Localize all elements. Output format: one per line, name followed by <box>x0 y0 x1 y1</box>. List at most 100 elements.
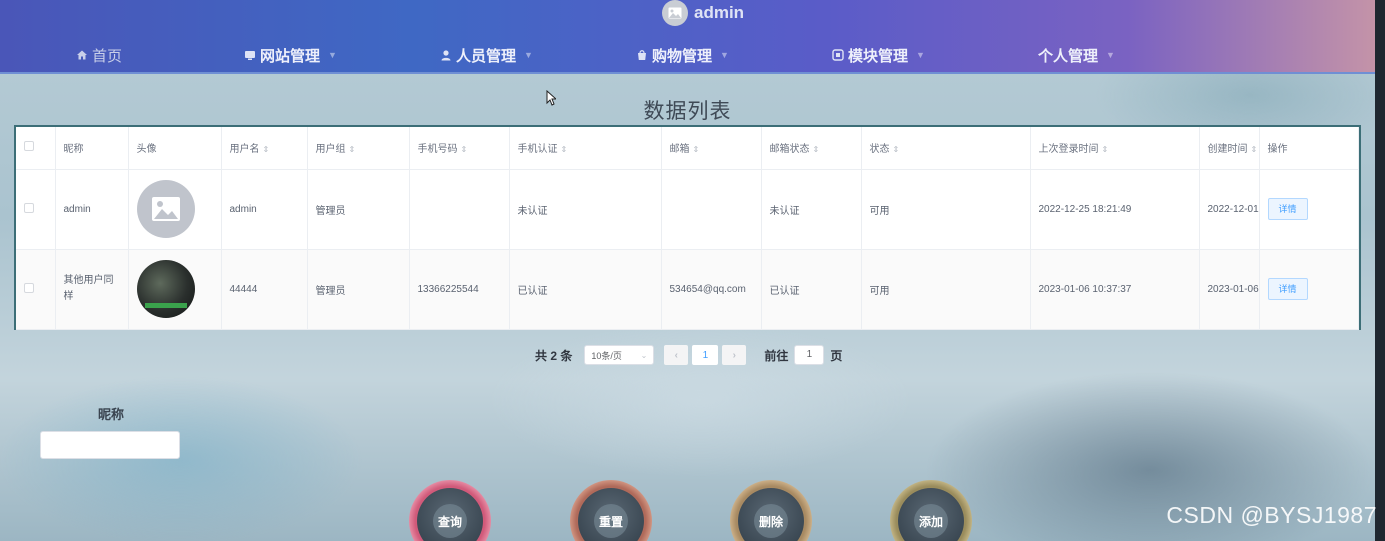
last-login-cell: 2023-01-06 10:37:37 <box>1030 249 1200 330</box>
nav-item-shopping[interactable]: 购物管理 ▼ <box>636 40 729 70</box>
select-all-cell[interactable] <box>16 127 56 170</box>
column-header: 操作 <box>1259 127 1359 170</box>
page-size-select[interactable]: 10条/页 ⌄ <box>584 345 655 365</box>
page-title: 数据列表 <box>643 100 732 123</box>
nickname-search-input[interactable] <box>40 431 180 459</box>
chevron-down-icon: ▼ <box>916 50 925 60</box>
sort-icon[interactable]: ⇕ <box>693 145 700 154</box>
phone-verified-cell: 已认证 <box>509 249 662 330</box>
nickname-cell: 其他用户同样 <box>55 249 129 330</box>
main-nav: 首页 网站管理 ▼ 人员管理 ▼ 购物管理 ▼ 模块管理 ▼ 个人管理 ▼ <box>0 40 1375 70</box>
nav-label: 人员管理 <box>456 47 517 65</box>
row-select-cell[interactable] <box>16 249 56 330</box>
last-login-cell: 2022-12-25 18:21:49 <box>1030 169 1200 250</box>
prev-page-button[interactable]: ‹ <box>664 345 689 365</box>
table-row: admin admin 管理员 未认证 未认证 可用 2022-12-25 18… <box>16 169 1359 250</box>
sort-icon[interactable]: ⇕ <box>349 145 356 154</box>
select-all-checkbox[interactable] <box>24 141 34 152</box>
total-count: 共 2 条 <box>535 348 573 363</box>
detail-button[interactable]: 详情 <box>1267 198 1308 220</box>
nav-label: 购物管理 <box>652 47 713 65</box>
user-photo <box>136 260 195 318</box>
add-button[interactable]: 添加 <box>890 480 972 541</box>
username-cell: 44444 <box>221 249 308 330</box>
row-checkbox[interactable] <box>24 202 34 213</box>
column-header-sortable[interactable]: 手机认证 ⇕ <box>509 127 662 170</box>
nav-item-home[interactable]: 首页 <box>76 40 122 70</box>
sort-icon[interactable]: ⇕ <box>1102 145 1109 154</box>
top-header: admin 首页 网站管理 ▼ 人员管理 ▼ 购物管理 ▼ 模块管理 ▼ 个人管… <box>0 0 1375 74</box>
chevron-down-icon: ▼ <box>524 50 533 60</box>
chevron-down-icon: ⌄ <box>640 350 648 360</box>
sort-icon[interactable]: ⇕ <box>1251 145 1258 154</box>
created-cell: 2023-01-06 10:37:31 <box>1199 249 1260 330</box>
group-cell: 管理员 <box>307 249 410 330</box>
email-cell: 534654@qq.com <box>661 249 762 330</box>
chevron-left-icon: ‹ <box>674 349 679 361</box>
detail-button[interactable]: 详情 <box>1267 278 1308 300</box>
avatar <box>662 0 688 26</box>
avatar-cell <box>128 169 222 250</box>
chevron-down-icon: ▼ <box>1106 50 1115 60</box>
nav-item-website[interactable]: 网站管理 ▼ <box>244 40 337 70</box>
nav-item-personnel[interactable]: 人员管理 ▼ <box>440 40 533 70</box>
status-cell: 可用 <box>861 249 1031 330</box>
placeholder-image-icon <box>151 197 180 221</box>
chevron-down-icon: ▼ <box>720 50 729 60</box>
goto-label: 前往 <box>764 348 789 363</box>
column-header-sortable[interactable]: 创建时间 ⇕ <box>1199 127 1260 170</box>
data-table: 昵称 头像 用户名 ⇕ 用户组 ⇕ 手机号码 ⇕ 手机认证 ⇕ 邮箱 ⇕ 邮箱状态 ⇕ 状态… <box>14 125 1361 330</box>
nav-label: 网站管理 <box>260 47 321 65</box>
table-header-row: 昵称 头像 用户名 ⇕ 用户组 ⇕ 手机号码 ⇕ 手机认证 ⇕ 邮箱 ⇕ 邮箱状态 ⇕ 状态… <box>16 127 1359 170</box>
nav-label: 首页 <box>92 47 123 65</box>
chevron-down-icon: ▼ <box>328 50 337 60</box>
column-header-sortable[interactable]: 用户组 ⇕ <box>307 127 410 170</box>
sort-icon[interactable]: ⇕ <box>461 145 468 154</box>
nav-item-personal[interactable]: 个人管理 ▼ <box>1038 40 1115 70</box>
action-cell: 详情 <box>1259 249 1359 330</box>
module-icon <box>832 49 844 61</box>
search-label: 昵称 <box>98 407 125 422</box>
nav-item-module[interactable]: 模块管理 ▼ <box>832 40 925 70</box>
column-header-sortable[interactable]: 用户名 ⇕ <box>221 127 308 170</box>
nav-label: 模块管理 <box>848 47 909 65</box>
window-edge <box>1375 0 1385 541</box>
watermark: CSDN @BYSJ1987 <box>1166 502 1377 528</box>
column-header: 头像 <box>128 127 222 170</box>
sort-icon[interactable]: ⇕ <box>561 145 568 154</box>
sort-icon[interactable]: ⇕ <box>893 145 900 154</box>
shopping-icon <box>638 50 646 60</box>
username-cell: admin <box>221 169 308 250</box>
monitor-icon <box>245 51 255 60</box>
query-button[interactable]: 查询 <box>409 480 491 541</box>
next-page-button[interactable]: › <box>722 345 747 365</box>
email-status-cell: 未认证 <box>761 169 862 250</box>
home-icon <box>77 50 87 60</box>
column-header-sortable[interactable]: 邮箱状态 ⇕ <box>761 127 862 170</box>
phone-cell <box>409 169 510 250</box>
user-icon <box>441 50 451 61</box>
column-header-sortable[interactable]: 上次登录时间 ⇕ <box>1030 127 1200 170</box>
column-header-sortable[interactable]: 邮箱 ⇕ <box>661 127 762 170</box>
avatar-cell <box>128 249 222 330</box>
email-cell <box>661 169 762 250</box>
user-brand[interactable]: admin <box>662 0 744 26</box>
chevron-right-icon: › <box>732 349 737 361</box>
sort-icon[interactable]: ⇕ <box>813 145 820 154</box>
column-header-sortable[interactable]: 状态 ⇕ <box>861 127 1031 170</box>
goto-page-input[interactable]: 1 <box>794 345 825 365</box>
row-select-cell[interactable] <box>16 169 56 250</box>
phone-cell: 13366225544 <box>409 249 510 330</box>
username: admin <box>694 3 745 22</box>
reset-button[interactable]: 重置 <box>570 480 652 541</box>
created-cell: 2022-12-01 17:35:13 <box>1199 169 1260 250</box>
avatar <box>136 180 195 238</box>
status-cell: 可用 <box>861 169 1031 250</box>
delete-button[interactable]: 删除 <box>730 480 812 541</box>
page-number[interactable]: 1 <box>692 345 719 365</box>
group-cell: 管理员 <box>307 169 410 250</box>
row-checkbox[interactable] <box>24 282 34 293</box>
sort-icon[interactable]: ⇕ <box>263 145 270 154</box>
action-cell: 详情 <box>1259 169 1359 250</box>
column-header-sortable[interactable]: 手机号码 ⇕ <box>409 127 510 170</box>
